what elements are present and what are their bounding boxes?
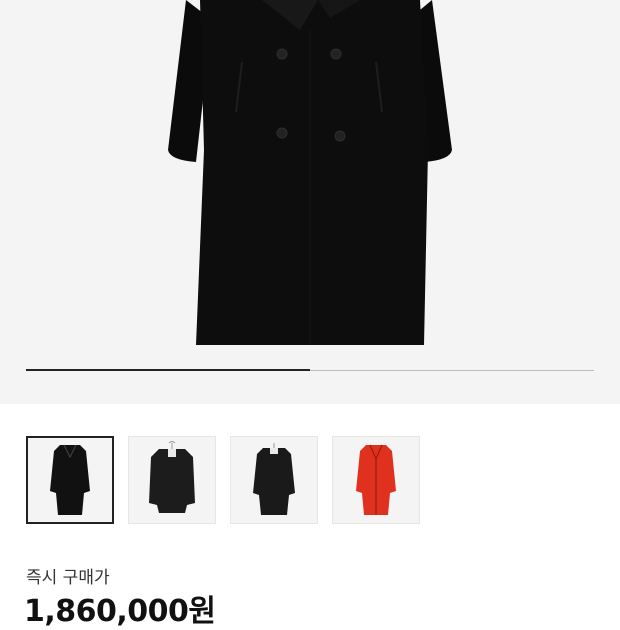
coat-thumbnail-icon: [253, 443, 295, 515]
gallery-progress-track: [26, 369, 594, 371]
coat-thumbnail-icon: [356, 444, 396, 515]
thumbnail-strip: [26, 436, 594, 524]
thumbnail-2[interactable]: [128, 436, 216, 524]
coat-main-image: [168, 0, 452, 345]
product-image-gallery[interactable]: [0, 0, 620, 404]
thumbnail-1[interactable]: [26, 436, 114, 524]
coat-thumbnail-icon: [149, 441, 195, 513]
instant-buy-price-label: 즉시 구매가: [26, 568, 110, 588]
thumbnail-3[interactable]: [230, 436, 318, 524]
thumbnail-4[interactable]: [332, 436, 420, 524]
coat-thumbnail-icon: [50, 444, 90, 515]
price-value: 1,860,000원: [24, 594, 216, 629]
gallery-progress-fill: [26, 369, 310, 371]
